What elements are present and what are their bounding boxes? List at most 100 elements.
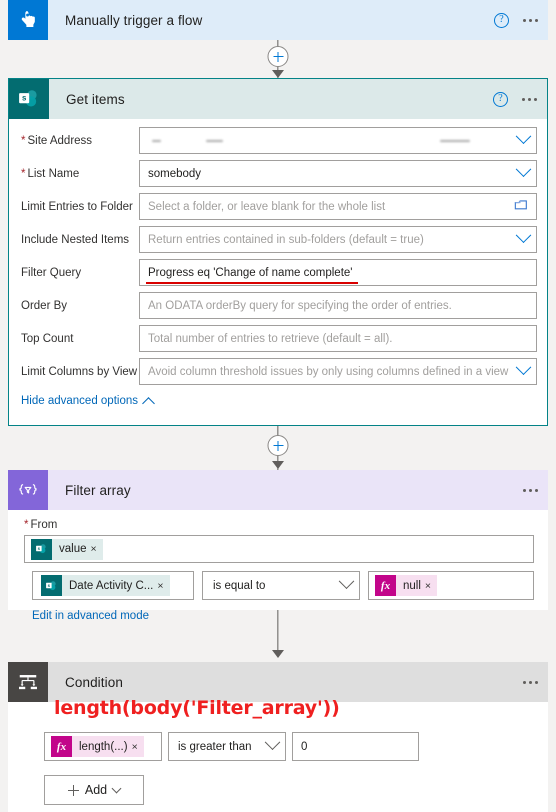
token-chip-length[interactable]: fx length(...) × [51,736,144,757]
field-value: somebody [148,167,202,180]
token-label: Date Activity C... [69,579,154,592]
field-placeholder: An ODATA orderBy query for specifying th… [148,299,452,312]
field-label: Top Count [21,332,74,345]
condition-card[interactable]: Condition length(body('Filter_array')) f… [8,662,548,812]
remove-token-icon[interactable]: × [132,741,144,753]
connector-trigger-to-getitems [0,40,556,78]
add-button-label: Add [84,783,108,797]
chevron-down-icon[interactable] [515,227,532,244]
token-chip-date-activity[interactable]: s Date Activity C... × [41,575,170,596]
add-condition-button[interactable]: Add [44,775,144,805]
arrow-head-icon [272,70,284,78]
folder-picker-icon[interactable] [514,198,528,216]
annotation-expression-text: length(body('Filter_array')) [54,697,340,719]
list-name-input[interactable]: somebody [139,160,537,187]
field-label: * List Name [21,167,80,180]
more-commands-icon[interactable] [523,488,538,492]
trigger-card[interactable]: Manually trigger a flow ? [8,0,548,40]
more-commands-icon[interactable] [523,680,538,684]
connector-getitems-to-filter [0,426,556,470]
field-label: Limit Entries to Folder [21,200,133,213]
field-order-by: Order By An ODATA orderBy query for spec… [19,292,537,319]
chevron-down-icon[interactable] [111,783,122,793]
field-limit-columns-by-view: Limit Columns by View Avoid column thres… [19,358,537,385]
token-chip-value[interactable]: s value × [31,538,103,560]
help-icon[interactable]: ? [494,12,509,28]
field-top-count: Top Count Total number of entries to ret… [19,325,537,352]
insert-step-button[interactable] [267,46,289,67]
filter-condition-row: s Date Activity C... × is equal to fx nu… [32,571,534,600]
required-asterisk: * [21,134,26,147]
condition-title: Condition [65,674,123,690]
trigger-header-actions: ? [494,0,538,40]
limit-columns-by-view-input[interactable]: Avoid column threshold issues by only us… [139,358,537,385]
tap-hand-icon [8,0,48,40]
order-by-input[interactable]: An ODATA orderBy query for specifying th… [139,292,537,319]
chevron-up-icon [142,396,155,410]
svg-text:s: s [22,94,27,103]
field-placeholder: Total number of entries to retrieve (def… [148,332,393,345]
help-icon[interactable]: ? [493,91,508,107]
hide-advanced-options-link[interactable]: Hide advanced options [21,395,537,410]
from-input[interactable]: s value × [24,535,534,563]
get-items-card[interactable]: s Get items ? * Site Address * List Name… [8,78,548,426]
field-label: * Site Address [21,134,93,147]
sharepoint-icon: s [9,79,49,119]
chevron-down-icon[interactable] [515,359,532,376]
condition-left-operand[interactable]: fx length(...) × [44,732,162,761]
condition-operator-dropdown[interactable]: is greater than [168,732,286,761]
field-label: Order By [21,299,68,312]
condition-header-actions [523,662,538,702]
remove-token-icon[interactable]: × [157,580,169,592]
condition-value-input[interactable]: 0 [292,732,419,761]
filter-array-card[interactable]: Filter array * From s value × s Date Act… [8,470,548,622]
condition-card-header[interactable]: Condition [8,662,548,702]
annotation-underline [146,281,358,284]
more-commands-icon[interactable] [522,97,537,101]
arrow-head-icon [272,461,284,469]
field-label: Filter Query [21,266,82,279]
from-label: * From [24,519,58,531]
expression-fx-icon: fx [51,736,72,757]
site-address-input[interactable] [139,127,537,154]
field-site-address: * Site Address [19,127,537,154]
filter-array-card-header[interactable]: Filter array [8,470,548,510]
filter-right-operand[interactable]: fx null × [368,571,534,600]
token-chip-null[interactable]: fx null × [375,575,438,596]
get-items-header-actions: ? [493,79,537,119]
filter-operator-dropdown[interactable]: is equal to [202,571,360,600]
chevron-down-icon[interactable] [338,573,355,590]
get-items-form: * Site Address * List Name somebody Limi… [9,119,547,410]
condition-value: 0 [301,740,308,753]
flow-designer-canvas: Manually trigger a flow ? s Get items ? … [0,0,556,812]
remove-token-icon[interactable]: × [425,580,437,592]
get-items-card-header[interactable]: s Get items ? [9,79,547,119]
field-list-name: * List Name somebody [19,160,537,187]
field-filter-query: Filter Query Progress eq 'Change of name… [19,259,537,286]
include-nested-items-input[interactable]: Return entries contained in sub-folders … [139,226,537,253]
chevron-down-icon[interactable] [515,161,532,178]
filter-query-input[interactable]: Progress eq 'Change of name complete' [139,259,537,286]
token-label: value [59,543,87,555]
filter-left-operand[interactable]: s Date Activity C... × [32,571,194,600]
insert-step-button[interactable] [267,435,289,456]
arrow-head-icon [272,650,284,658]
remove-token-icon[interactable]: × [91,543,103,555]
more-commands-icon[interactable] [523,18,538,22]
trigger-card-header[interactable]: Manually trigger a flow ? [8,0,548,40]
get-items-title: Get items [66,91,125,107]
filter-braces-icon [8,470,48,510]
field-placeholder: Select a folder, or leave blank for the … [148,200,386,213]
token-label: null [403,579,421,592]
top-count-input[interactable]: Total number of entries to retrieve (def… [139,325,537,352]
redacted-value [148,128,528,153]
required-asterisk: * [21,167,26,180]
field-label: Limit Columns by View [21,365,138,378]
field-label: Include Nested Items [21,233,130,246]
filter-array-title: Filter array [65,482,131,498]
chevron-down-icon[interactable] [264,734,281,751]
condition-branch-icon [8,662,48,702]
hide-advanced-options-label: Hide advanced options [21,395,138,407]
limit-entries-to-folder-input[interactable]: Select a folder, or leave blank for the … [139,193,537,220]
sharepoint-icon: s [41,575,62,596]
